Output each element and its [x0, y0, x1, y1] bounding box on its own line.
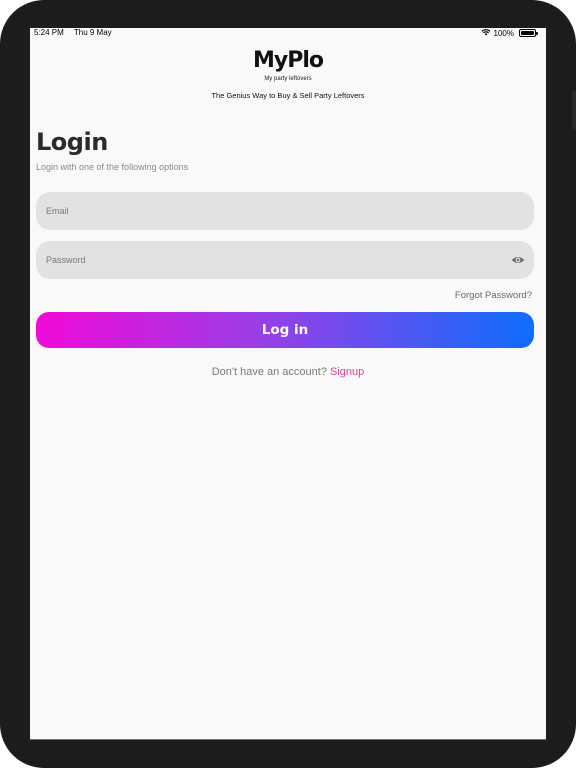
page-subtitle: Login with one of the following options [36, 162, 189, 172]
email-field-container [36, 191, 534, 231]
bottom-divider [30, 739, 546, 740]
app-logo: MyPlo [252, 48, 324, 73]
wifi-icon [481, 28, 491, 38]
ipad-frame: 5:24 PM Thu 9 May 100% MyPlo My party le… [0, 0, 576, 768]
page-title: Login [36, 128, 108, 156]
signup-link[interactable]: Signup [330, 366, 364, 378]
eye-icon[interactable] [510, 253, 526, 267]
app-screen: 5:24 PM Thu 9 May 100% MyPlo My party le… [30, 28, 546, 740]
no-account-text: Don't have an account? [211, 366, 327, 378]
login-button[interactable]: Log in [36, 312, 534, 348]
status-time: 5:24 PM [34, 28, 64, 37]
battery-icon [519, 29, 538, 37]
power-button [572, 6, 576, 28]
status-bar: 5:24 PM Thu 9 May 100% [30, 28, 546, 40]
battery-percent: 100% [493, 28, 514, 38]
password-field[interactable] [44, 240, 510, 280]
forgot-password-link[interactable]: Forgot Password? [455, 290, 532, 301]
password-field-container [36, 240, 534, 280]
email-field[interactable] [44, 191, 526, 231]
tagline: The Genius Way to Buy & Sell Party Lefto… [211, 91, 365, 100]
logo-subtitle: My party leftovers [264, 76, 312, 82]
signup-prompt: Don't have an account? Signup [30, 366, 546, 378]
brand-header: MyPlo My party leftovers The Genius Way … [30, 48, 546, 100]
volume-button [572, 90, 576, 130]
status-date: Thu 9 May [73, 28, 112, 37]
